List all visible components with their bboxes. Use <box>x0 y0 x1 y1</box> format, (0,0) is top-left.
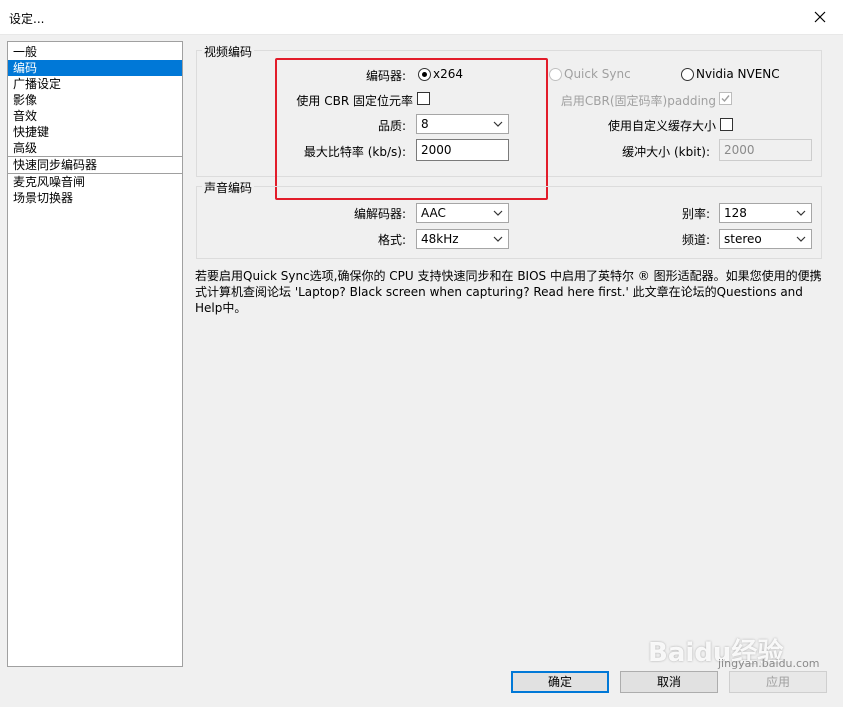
custom-buffer-checkbox[interactable] <box>720 118 733 131</box>
cbr-label: 使用 CBR 固定位元率 <box>296 94 413 108</box>
encoder-x264-radio[interactable] <box>418 68 431 81</box>
format-label: 格式: <box>377 233 406 247</box>
encoder-x264-label[interactable]: x264 <box>433 67 463 81</box>
apply-button[interactable]: 应用 <box>729 671 827 693</box>
sidebar-item-general[interactable]: 一般 <box>8 44 182 60</box>
cancel-button[interactable]: 取消 <box>620 671 718 693</box>
chevron-down-icon <box>493 236 503 242</box>
sidebar-item-noise-gate[interactable]: 麦克风噪音闸 <box>8 173 182 190</box>
sidebar-item-video[interactable]: 影像 <box>8 92 182 108</box>
quicksync-help-note: 若要启用Quick Sync选项,确保你的 CPU 支持快速同步和在 BIOS … <box>195 269 822 315</box>
audio-bitrate-select[interactable]: 128 <box>719 203 812 223</box>
format-value: 48kHz <box>421 232 459 246</box>
video-encoding-title: 视频编码 <box>202 43 255 60</box>
encoder-nvenc-label[interactable]: Nvidia NVENC <box>696 67 780 81</box>
buffer-size-value: 2000 <box>724 143 755 157</box>
encoder-nvenc-radio[interactable] <box>681 68 694 81</box>
codec-label: 编解码器: <box>353 207 406 221</box>
sidebar-item-quicksync[interactable]: 快速同步编码器 <box>8 156 182 173</box>
audio-encoding-title: 声音编码 <box>202 179 255 196</box>
checkmark-icon <box>721 95 730 103</box>
max-bitrate-label: 最大比特率 (kb/s): <box>303 145 406 159</box>
close-button[interactable] <box>797 0 843 34</box>
audio-bitrate-value: 128 <box>724 206 747 220</box>
quality-select[interactable]: 8 <box>416 114 509 134</box>
sidebar-item-hotkeys[interactable]: 快捷键 <box>8 124 182 140</box>
sidebar-item-audio[interactable]: 音效 <box>8 108 182 124</box>
settings-category-list[interactable]: 一般 编码 广播设定 影像 音效 快捷键 高级 快速同步编码器 麦克风噪音闸 场… <box>7 41 183 667</box>
buffer-size-label: 缓冲大小 (kbit): <box>622 145 710 159</box>
ok-button[interactable]: 确定 <box>511 671 609 693</box>
chevron-down-icon <box>493 121 503 127</box>
quality-value: 8 <box>421 117 429 131</box>
sidebar-item-advanced[interactable]: 高级 <box>8 140 182 156</box>
watermark-url: jingyan.baidu.com <box>718 657 820 670</box>
sidebar-item-broadcast[interactable]: 广播设定 <box>8 76 182 92</box>
codec-select[interactable]: AAC <box>416 203 509 223</box>
baidu-watermark: Baidu经验 jingyan.baidu.com <box>648 612 838 672</box>
custom-buffer-label: 使用自定义缓存大小 <box>607 119 716 133</box>
window-title: 设定... <box>9 12 45 26</box>
encoder-label: 编码器: <box>365 69 406 83</box>
cbr-checkbox[interactable] <box>417 92 430 105</box>
sidebar-item-scene-switcher[interactable]: 场景切换器 <box>8 190 182 206</box>
chevron-down-icon <box>796 210 806 216</box>
quality-label: 品质: <box>377 119 406 133</box>
buffer-size-input[interactable]: 2000 <box>719 139 812 161</box>
channel-label: 频道: <box>681 233 710 247</box>
encoder-quicksync-label[interactable]: Quick Sync <box>564 67 631 81</box>
title-bar: 设定... <box>0 0 843 35</box>
format-select[interactable]: 48kHz <box>416 229 509 249</box>
chevron-down-icon <box>796 236 806 242</box>
cbr-padding-label: 启用CBR(固定码率)padding <box>560 94 716 108</box>
max-bitrate-input[interactable]: 2000 <box>416 139 509 161</box>
encoder-quicksync-radio[interactable] <box>549 68 562 81</box>
audio-bitrate-label: 别率: <box>681 207 710 221</box>
chevron-down-icon <box>493 210 503 216</box>
sidebar-item-encoding[interactable]: 编码 <box>8 60 182 76</box>
channel-value: stereo <box>724 232 762 246</box>
codec-value: AAC <box>421 206 446 220</box>
cbr-padding-checkbox[interactable] <box>719 92 732 105</box>
watermark-brand: Baidu经验 <box>648 638 784 668</box>
max-bitrate-value: 2000 <box>421 143 452 157</box>
close-icon <box>814 11 826 23</box>
channel-select[interactable]: stereo <box>719 229 812 249</box>
